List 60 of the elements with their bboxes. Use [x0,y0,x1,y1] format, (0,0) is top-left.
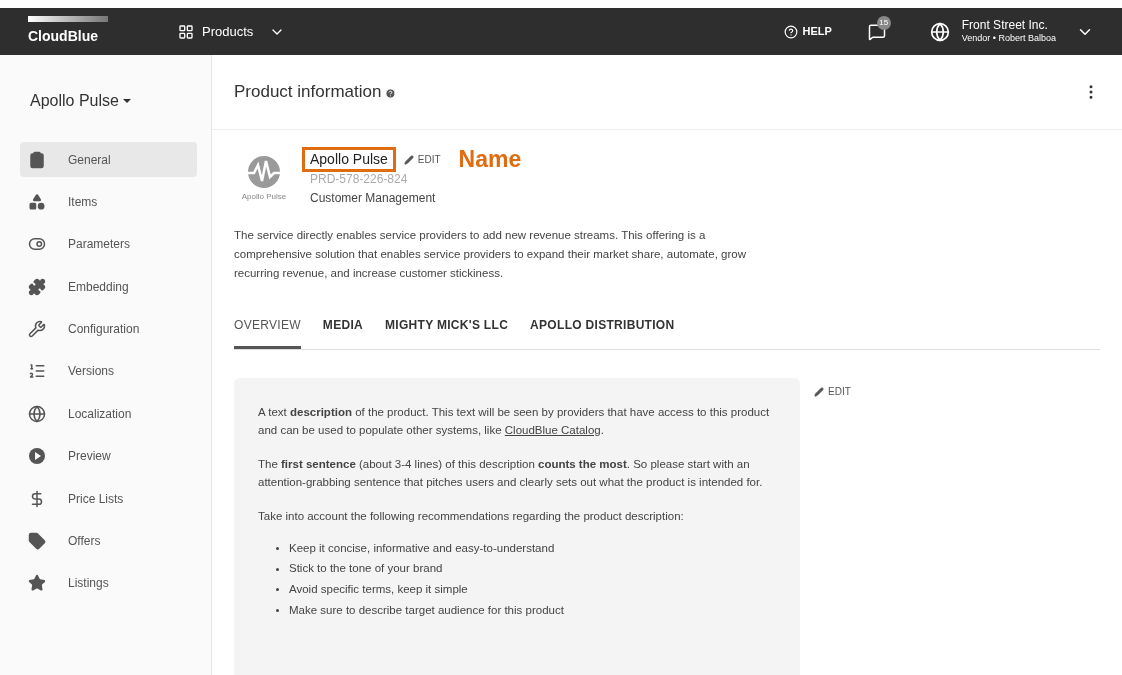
sidebar-item[interactable]: Listings [20,565,197,601]
bullet-text: Stick to the tone of your brand [289,561,443,577]
edit-button[interactable]: EDIT [403,152,441,167]
tab[interactable]: MIGHTY MICK'S LLC [385,316,509,349]
brand-logo[interactable]: CloudBlue [28,26,178,47]
user-role: Vendor • Robert Balboa [961,33,1056,45]
description-paragraph: A text description of the product. This text will be seen by providers that have access to this product and can be used to populate other systems, like CloudBlue Catalog. [258,405,771,438]
numbered-list-icon [28,362,46,381]
bullet-text: Avoid specific terms, keep it simple [289,582,468,598]
products-menu[interactable]: Products [178,21,286,42]
annotation-label: Name [458,148,522,171]
sidebar-item[interactable]: General [20,142,197,177]
star-icon [28,574,46,593]
sidebar-item[interactable]: Versions [20,353,197,389]
company-name: Front Street Inc. [961,18,1049,34]
tab[interactable]: APOLLO DISTRIBUTION [530,316,675,349]
product-summary: The service directly enables service providers to add new revenue streams. This offering is a comprehensive solution that enables service providers to expand their market share, automate, grow recurring revenue, and increase customer stickiness. [234,228,748,281]
product-id: PRD-578-226-824 [310,172,409,186]
caret-icon [122,99,131,103]
pencil-icon [814,386,824,397]
notifications-icon[interactable] [867,22,886,41]
tab[interactable]: OVERVIEW [234,316,301,349]
puzzle-icon [28,277,46,296]
play-icon [28,447,46,466]
sidebar-item[interactable]: Price Lists [20,481,197,517]
bullet-icon [276,567,279,571]
sidebar-item[interactable]: Localization [20,396,197,432]
bullet-icon [276,609,279,613]
help-button[interactable]: HELP [784,23,832,40]
bullet-text: Keep it concise, informative and easy-to-understand [289,540,555,556]
sidebar-item[interactable]: Embedding [20,269,197,305]
product-name: Apollo Pulse [302,147,396,172]
tag-icon [28,532,46,550]
description-paragraph: The first sentence (about 3-4 lines) of this description counts the most. So please start with an attention-grabbing sentence that pitches users and clearly sets out what the product is intended for. [258,457,764,490]
help-icon[interactable] [385,87,397,99]
bullet-icon [276,546,279,550]
edit-button[interactable]: EDIT [814,384,851,399]
page-title: Product information [234,81,382,104]
tab[interactable]: MEDIA [322,316,364,349]
pencil-icon [403,154,414,165]
grid-icon [178,23,194,40]
notification-badge: 15 [876,15,891,30]
globe-icon[interactable] [929,21,950,42]
sidebar-item[interactable]: Offers [20,523,197,559]
shapes-icon [28,192,46,211]
sidebar-item[interactable]: Items [20,184,197,220]
sidebar-item[interactable]: Preview [20,438,197,474]
sidebar-item[interactable]: Configuration [20,311,197,347]
wrench-icon [28,320,46,339]
help-icon [784,24,799,39]
bullet-icon [276,588,279,592]
product-switcher[interactable]: Apollo Pulse [30,89,197,113]
catalog-link[interactable]: CloudBlue Catalog [504,423,601,436]
sidebar-item[interactable]: Parameters [20,226,197,262]
logo-bar-icon [28,16,108,22]
product-category: Customer Management [310,190,437,207]
bullet-text: Make sure to describe target audience for this product [289,602,564,618]
logo-caption: Apollo Pulse [241,191,287,203]
globe-icon [28,404,46,423]
description-paragraph: Take into account the following recommendations regarding the product description: [258,509,685,524]
